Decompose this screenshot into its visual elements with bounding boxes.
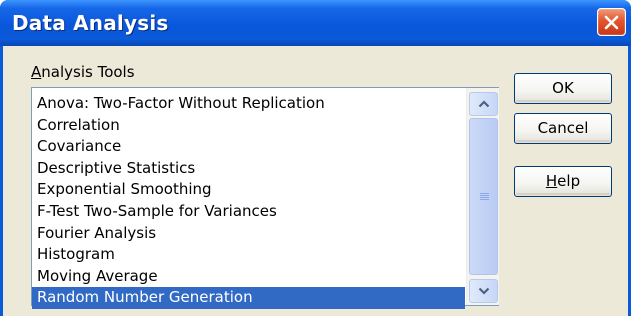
list-item[interactable]: Exponential Smoothing (32, 179, 465, 201)
title-bar[interactable]: Data Analysis (0, 0, 631, 46)
scroll-up-button[interactable] (469, 92, 498, 116)
arrow-up-icon (478, 100, 490, 108)
scroll-down-button[interactable] (469, 279, 498, 303)
close-button[interactable] (597, 8, 626, 36)
list-item[interactable]: Correlation (32, 115, 465, 137)
list-item[interactable]: F-Test Two-Sample for Variances (32, 201, 465, 223)
list-item[interactable]: Fourier Analysis (32, 223, 465, 245)
list-item[interactable]: Anova: Two-Factor Without Replication (32, 93, 465, 115)
list-item[interactable]: Moving Average (32, 266, 465, 288)
vertical-scrollbar[interactable] (466, 88, 499, 305)
scroll-thumb[interactable] (469, 118, 498, 275)
close-icon (604, 15, 619, 30)
analysis-tools-label: Analysis Tools (31, 63, 135, 81)
cancel-button[interactable]: Cancel (514, 113, 612, 144)
analysis-tools-list: Anova: Two-Factor Without Replication Cor… (32, 93, 465, 309)
thumb-grip (480, 193, 489, 201)
analysis-tools-listbox[interactable]: Anova: Two-Factor Without Replication Cor… (31, 87, 499, 309)
list-item[interactable]: Random Number Generation (32, 287, 465, 309)
list-item[interactable]: Covariance (32, 136, 465, 158)
list-item[interactable]: Descriptive Statistics (32, 158, 465, 180)
ok-button[interactable]: OK (514, 73, 612, 104)
list-item[interactable]: Histogram (32, 244, 465, 266)
dialog-title: Data Analysis (12, 11, 169, 35)
arrow-down-icon (478, 287, 490, 295)
help-button[interactable]: Help (514, 166, 612, 197)
